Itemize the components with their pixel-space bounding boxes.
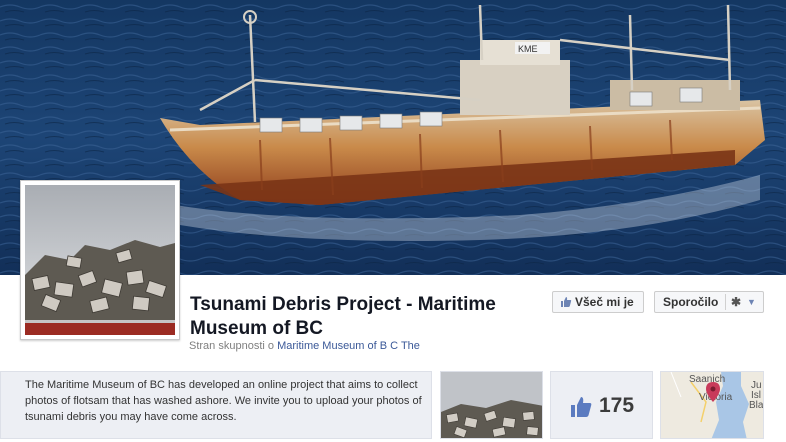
subtitle-prefix: Stran skupnosti o bbox=[189, 340, 278, 352]
profile-debris-image bbox=[25, 185, 175, 335]
chevron-down-icon[interactable]: ▼ bbox=[747, 292, 756, 312]
button-separator bbox=[725, 294, 726, 310]
photos-tile-image bbox=[441, 372, 542, 438]
map-pin-icon bbox=[706, 382, 720, 402]
about-text: The Maritime Museum of BC has developed … bbox=[25, 379, 422, 423]
map-tile[interactable]: Saanich Victoria Ju Isl Bla bbox=[660, 371, 764, 439]
likes-tile[interactable]: 175 bbox=[550, 371, 653, 439]
ship-hull-marking: KME bbox=[518, 44, 538, 54]
thumbs-up-icon bbox=[571, 397, 592, 417]
photos-tile[interactable] bbox=[440, 371, 543, 439]
message-button-label: Sporočilo bbox=[663, 295, 719, 309]
likes-count: 175 bbox=[599, 394, 635, 417]
like-button-label: Všeč mi je bbox=[575, 295, 634, 309]
about-box[interactable]: The Maritime Museum of BC has developed … bbox=[0, 371, 432, 439]
subtitle-link[interactable]: Maritime Museum of B C The bbox=[277, 340, 420, 352]
profile-picture[interactable] bbox=[20, 180, 180, 340]
thumbs-up-icon bbox=[561, 297, 572, 307]
page-subtitle: Stran skupnosti o Maritime Museum of B C… bbox=[189, 340, 420, 352]
page-title: Tsunami Debris Project - Maritime Museum… bbox=[190, 294, 496, 339]
like-button[interactable]: Všeč mi je bbox=[552, 291, 644, 313]
message-button[interactable]: Sporočilo ✱ ▼ bbox=[654, 291, 764, 313]
map-label-edge-3: Bla bbox=[749, 400, 764, 411]
gear-icon[interactable]: ✱ bbox=[731, 292, 741, 312]
